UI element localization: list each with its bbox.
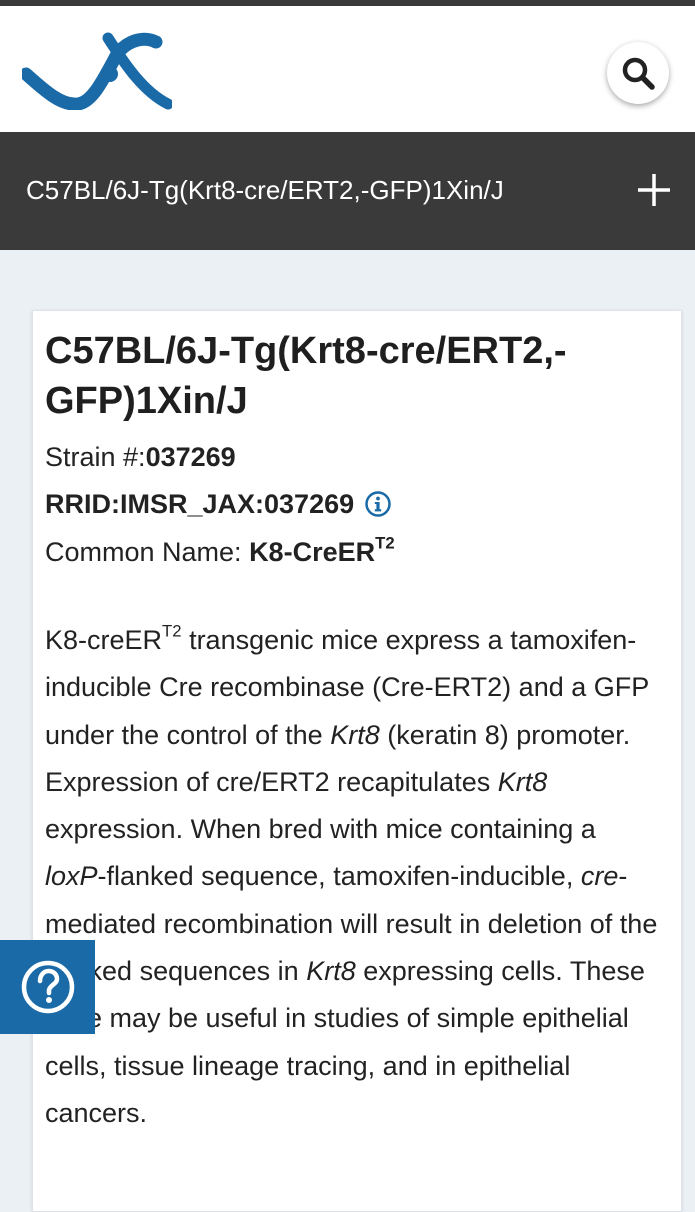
title-bar-label: C57BL/6J-Tg(Krt8-cre/ERT2,-GFP)1Xin/J — [26, 175, 504, 205]
help-button[interactable] — [0, 940, 95, 1034]
info-icon[interactable] — [364, 490, 392, 518]
site-header — [0, 6, 695, 132]
strain-number: 037269 — [145, 442, 236, 472]
help-icon — [21, 960, 74, 1014]
common-name-label: Common Name: — [45, 537, 250, 567]
rrid-line: RRID:IMSR_JAX:037269 — [45, 487, 392, 521]
common-name-line: Common Name: K8-CreERT2 — [45, 535, 395, 569]
search-icon — [622, 57, 655, 90]
strain-description: K8-creERT2 transgenic mice express a tam… — [45, 621, 658, 1128]
jax-logo[interactable] — [22, 30, 172, 110]
search-button[interactable] — [607, 42, 669, 104]
strain-number-label: Strain #: — [45, 442, 146, 472]
strain-number-line: Strain #:037269 — [45, 440, 236, 474]
common-name: K8-CreERT2 — [249, 533, 395, 567]
plus-icon[interactable] — [634, 170, 674, 210]
strain-title: C57BL/6J-Tg(Krt8-cre/ERT2,-GFP)1Xin/J — [45, 330, 567, 422]
rrid: RRID:IMSR_JAX:037269 — [45, 489, 355, 519]
